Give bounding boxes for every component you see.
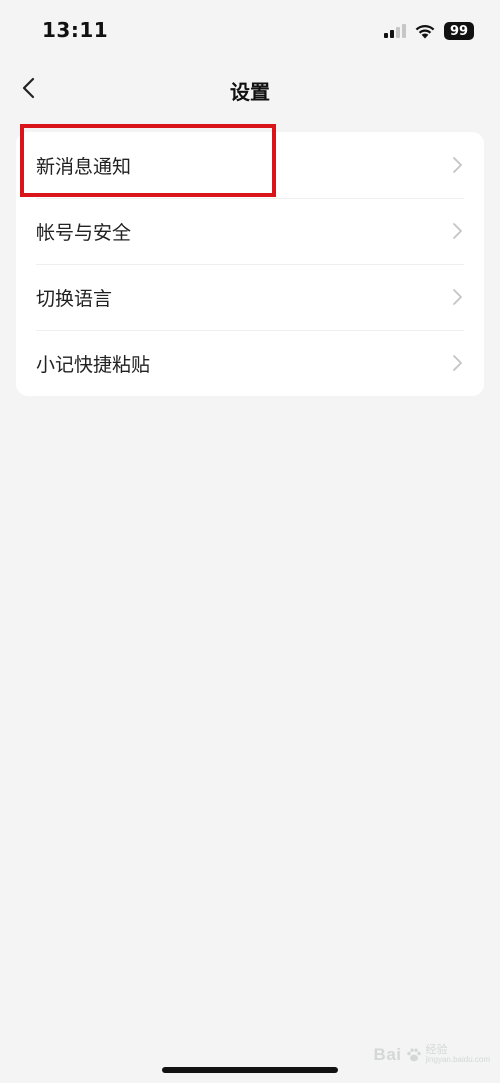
watermark: Bai 经验 jingyan.baidu.com [374, 1044, 490, 1065]
wifi-icon [415, 24, 435, 39]
page-title: 设置 [230, 80, 270, 104]
cellular-signal-icon [384, 24, 406, 38]
settings-list: 新消息通知 帐号与安全 切换语言 小记快捷粘贴 [16, 132, 484, 396]
chevron-right-icon [453, 157, 462, 173]
status-time: 13:11 [42, 18, 109, 42]
status-icons: 99 [384, 22, 474, 40]
home-indicator [162, 1067, 338, 1073]
settings-item-switch-language[interactable]: 切换语言 [16, 264, 484, 330]
chevron-right-icon [453, 223, 462, 239]
settings-item-label: 帐号与安全 [36, 221, 132, 244]
settings-item-label: 切换语言 [36, 287, 113, 310]
chevron-right-icon [453, 289, 462, 305]
nav-bar: 设置 [0, 62, 500, 116]
watermark-brand: Bai [373, 1044, 402, 1064]
watermark-url: jingyan.baidu.com [425, 1055, 490, 1065]
battery-icon: 99 [444, 22, 474, 40]
chevron-right-icon [453, 355, 462, 371]
settings-item-label: 新消息通知 [36, 155, 132, 178]
status-bar: 13:11 99 [0, 0, 500, 62]
paw-logo-icon [406, 1048, 421, 1061]
settings-item-label: 小记快捷粘贴 [36, 353, 151, 376]
settings-item-new-message-notification[interactable]: 新消息通知 [16, 132, 484, 198]
settings-item-quick-paste[interactable]: 小记快捷粘贴 [16, 330, 484, 396]
settings-item-account-security[interactable]: 帐号与安全 [16, 198, 484, 264]
